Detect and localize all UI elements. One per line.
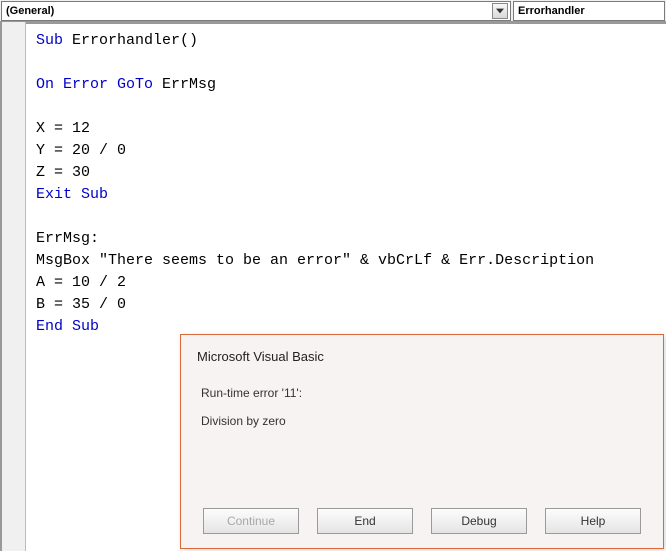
margin-gutter xyxy=(0,22,26,551)
object-dropdown-text: (General) xyxy=(6,5,492,17)
dialog-button-row: Continue End Debug Help xyxy=(181,508,663,534)
code-text: Errorhandler() xyxy=(63,32,198,49)
code-keyword: Sub xyxy=(36,32,63,49)
error-dialog: Microsoft Visual Basic Run-time error '1… xyxy=(180,334,664,549)
code-text: Y = 20 / 0 xyxy=(36,142,126,159)
code-text: B = 35 / 0 xyxy=(36,296,126,313)
end-button[interactable]: End xyxy=(317,508,413,534)
debug-button[interactable]: Debug xyxy=(431,508,527,534)
chevron-down-icon[interactable] xyxy=(492,3,508,19)
dialog-body: Run-time error '11': Division by zero xyxy=(181,374,663,448)
object-procedure-bar: (General) Errorhandler xyxy=(0,0,666,22)
code-text: ErrMsg xyxy=(153,76,216,93)
object-dropdown[interactable]: (General) xyxy=(1,1,511,21)
procedure-dropdown-text: Errorhandler xyxy=(518,5,662,17)
help-button[interactable]: Help xyxy=(545,508,641,534)
continue-button: Continue xyxy=(203,508,299,534)
code-text: X = 12 xyxy=(36,120,90,137)
code-text: Z = 30 xyxy=(36,164,90,181)
dialog-title: Microsoft Visual Basic xyxy=(181,335,663,374)
code-text: MsgBox "There seems to be an error" & vb… xyxy=(36,252,594,269)
code-keyword: On Error GoTo xyxy=(36,76,153,93)
code-keyword: Exit Sub xyxy=(36,186,108,203)
procedure-dropdown[interactable]: Errorhandler xyxy=(513,1,665,21)
code-text: A = 10 / 2 xyxy=(36,274,126,291)
code-keyword: End Sub xyxy=(36,318,99,335)
code-text: ErrMsg: xyxy=(36,230,99,247)
error-message: Division by zero xyxy=(201,414,643,428)
error-code-line: Run-time error '11': xyxy=(201,386,643,400)
